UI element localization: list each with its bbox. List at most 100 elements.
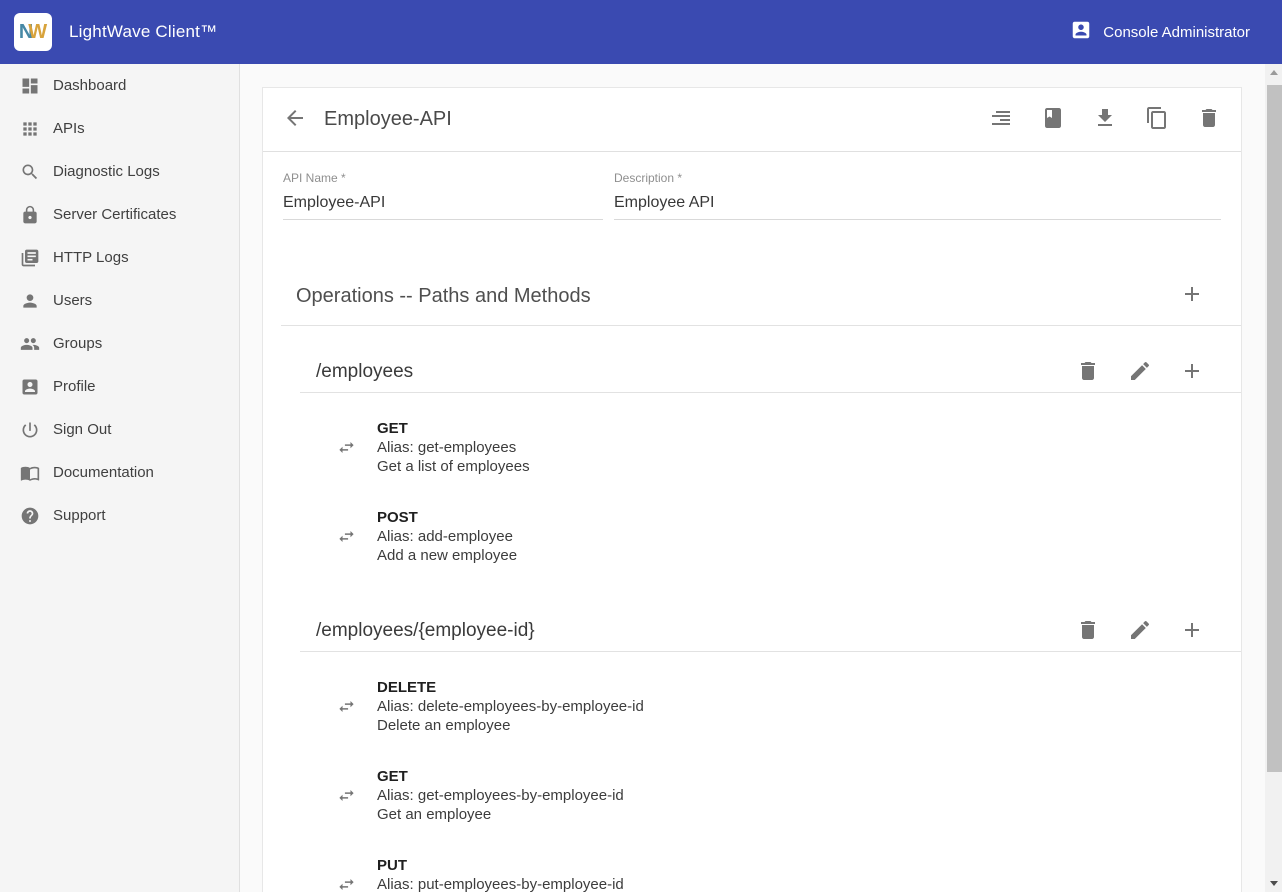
- operation-alias: Alias: add-employee: [377, 527, 517, 546]
- sidebar-item-groups[interactable]: Groups: [0, 322, 239, 365]
- sidebar-item-label: Sign Out: [53, 421, 111, 438]
- back-button[interactable]: [283, 106, 307, 133]
- account-box-icon: [20, 377, 40, 397]
- api-name-field[interactable]: API Name * Employee-API: [283, 172, 603, 220]
- operation-row[interactable]: POST Alias: add-employee Add a new emplo…: [337, 508, 1241, 565]
- library-books-icon: [20, 248, 40, 268]
- sidebar-item-label: Server Certificates: [53, 206, 176, 223]
- download-button[interactable]: [1093, 106, 1117, 133]
- add-operation-button[interactable]: [1180, 359, 1204, 386]
- search-icon: [20, 162, 40, 182]
- path-actions: [1048, 618, 1204, 645]
- format-align-right-icon: [989, 106, 1013, 133]
- operation-description: Get an employee: [377, 805, 624, 824]
- api-toolbar: [961, 106, 1221, 133]
- operation-alias: Alias: delete-employees-by-employee-id: [377, 697, 644, 716]
- edit-path-button[interactable]: [1128, 359, 1152, 386]
- delete-path-button[interactable]: [1076, 618, 1100, 645]
- add-operation-button[interactable]: [1180, 618, 1204, 645]
- sidebar-item-http-logs[interactable]: HTTP Logs: [0, 236, 239, 279]
- operation-method: GET: [377, 419, 530, 438]
- dashboard-icon: [20, 76, 40, 96]
- swap-arrows-icon: [337, 786, 356, 805]
- operation-method: POST: [377, 508, 517, 527]
- sidebar-item-server-certificates[interactable]: Server Certificates: [0, 193, 239, 236]
- scrollbar-thumb[interactable]: [1267, 85, 1282, 772]
- operation-info: GET Alias: get-employees Get a list of e…: [377, 419, 530, 476]
- operations-title: Operations -- Paths and Methods: [296, 283, 1180, 309]
- scroll-down-button[interactable]: [1265, 875, 1282, 892]
- top-app-bar: N W LightWave Client™ Console Administra…: [0, 0, 1282, 64]
- sidebar-item-support[interactable]: Support: [0, 494, 239, 537]
- delete-icon: [1076, 359, 1100, 386]
- add-path-button[interactable]: [1180, 282, 1204, 309]
- operation-info: POST Alias: add-employee Add a new emplo…: [377, 508, 517, 565]
- operation-alias: Alias: get-employees: [377, 438, 530, 457]
- operation-row[interactable]: GET Alias: get-employees-by-employee-id …: [337, 767, 1241, 824]
- main-content: Employee-API: [240, 64, 1282, 892]
- operation-info: GET Alias: get-employees-by-employee-id …: [377, 767, 624, 824]
- sidebar-nav: Dashboard APIs Diagnostic Logs Server Ce…: [0, 64, 240, 892]
- operation-row[interactable]: DELETE Alias: delete-employees-by-employ…: [337, 678, 1241, 735]
- operation-method: PUT: [377, 856, 624, 875]
- description-value[interactable]: Employee API: [614, 193, 1221, 220]
- app-title: LightWave Client™: [69, 22, 217, 42]
- sidebar-item-users[interactable]: Users: [0, 279, 239, 322]
- apps-grid-icon: [20, 119, 40, 139]
- api-name-value[interactable]: Employee-API: [283, 193, 603, 220]
- sidebar-item-label: Support: [53, 507, 106, 524]
- operation-method: DELETE: [377, 678, 644, 697]
- operation-row[interactable]: PUT Alias: put-employees-by-employee-id …: [337, 856, 1241, 892]
- sidebar-item-label: Groups: [53, 335, 102, 352]
- sidebar-item-diagnostic-logs[interactable]: Diagnostic Logs: [0, 150, 239, 193]
- people-icon: [20, 334, 40, 354]
- account-box-icon: [1070, 19, 1092, 46]
- path-title: /employees: [316, 358, 1048, 386]
- add-icon: [1180, 359, 1204, 386]
- delete-api-button[interactable]: [1197, 106, 1221, 133]
- operation-alias: Alias: put-employees-by-employee-id: [377, 875, 624, 892]
- edit-path-button[interactable]: [1128, 618, 1152, 645]
- power-icon: [20, 420, 40, 440]
- chevron-down-icon: [1270, 881, 1278, 886]
- book-icon: [1041, 106, 1065, 133]
- logo-letter-w: W: [28, 22, 47, 42]
- docs-button[interactable]: [1041, 106, 1065, 133]
- sidebar-item-label: Documentation: [53, 464, 154, 481]
- swap-arrows-icon: [337, 875, 356, 892]
- vertical-scrollbar[interactable]: [1265, 64, 1282, 892]
- divider: [300, 392, 1241, 393]
- operation-method: GET: [377, 767, 624, 786]
- sidebar-item-profile[interactable]: Profile: [0, 365, 239, 408]
- delete-path-button[interactable]: [1076, 359, 1100, 386]
- sidebar-item-label: Users: [53, 292, 92, 309]
- add-icon: [1180, 282, 1204, 309]
- divider: [300, 651, 1241, 652]
- chevron-up-icon: [1270, 70, 1278, 75]
- copy-button[interactable]: [1145, 106, 1169, 133]
- sidebar-item-label: Diagnostic Logs: [53, 163, 160, 180]
- user-menu[interactable]: Console Administrator: [1070, 19, 1250, 46]
- divider: [281, 325, 1241, 326]
- path-title: /employees/{employee-id}: [316, 617, 1048, 645]
- sidebar-item-apis[interactable]: APIs: [0, 107, 239, 150]
- copy-icon: [1145, 106, 1169, 133]
- operation-info: DELETE Alias: delete-employees-by-employ…: [377, 678, 644, 735]
- edit-icon: [1128, 618, 1152, 645]
- arrow-back-icon: [283, 106, 307, 133]
- sidebar-item-sign-out[interactable]: Sign Out: [0, 408, 239, 451]
- path-section-header: /employees/{employee-id}: [316, 617, 1204, 645]
- sidebar-item-label: HTTP Logs: [53, 249, 129, 266]
- operations-header: Operations -- Paths and Methods: [296, 282, 1204, 309]
- swap-arrows-icon: [337, 438, 356, 457]
- sidebar-item-documentation[interactable]: Documentation: [0, 451, 239, 494]
- api-fields: API Name * Employee-API Description * Em…: [283, 172, 1221, 220]
- person-icon: [20, 291, 40, 311]
- operation-row[interactable]: GET Alias: get-employees Get a list of e…: [337, 419, 1241, 476]
- scroll-up-button[interactable]: [1265, 64, 1282, 81]
- operation-alias: Alias: get-employees-by-employee-id: [377, 786, 624, 805]
- description-field[interactable]: Description * Employee API: [614, 172, 1221, 220]
- app-logo: N W: [14, 13, 52, 51]
- view-spec-button[interactable]: [989, 106, 1013, 133]
- sidebar-item-dashboard[interactable]: Dashboard: [0, 64, 239, 107]
